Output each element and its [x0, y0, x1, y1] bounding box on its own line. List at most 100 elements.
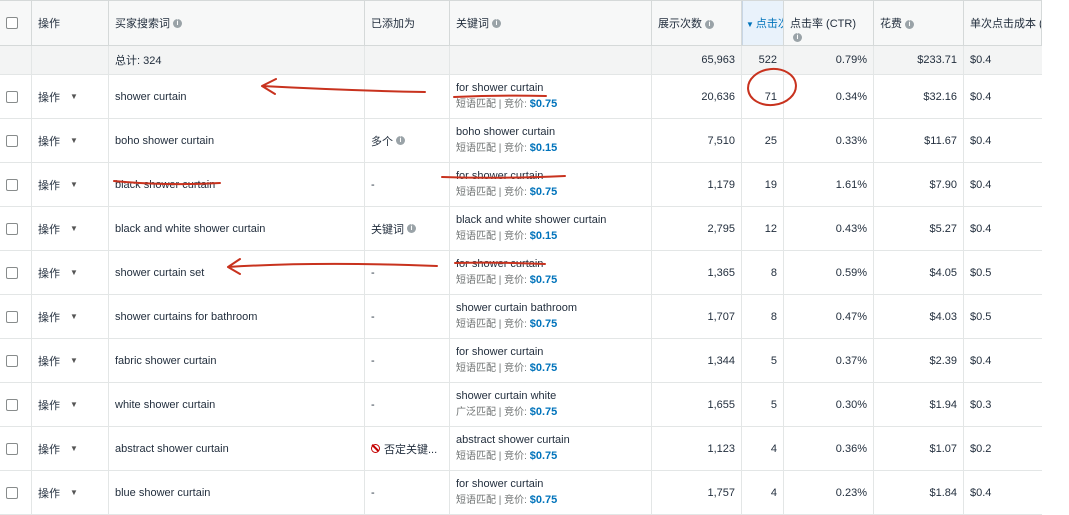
- row-checkbox[interactable]: [6, 398, 18, 411]
- info-icon[interactable]: i: [492, 18, 501, 28]
- info-icon[interactable]: i: [173, 18, 182, 28]
- ctr: 1.61%: [835, 178, 867, 191]
- row-actions-dropdown[interactable]: 操作 ▼: [38, 177, 78, 193]
- clicks: 12: [764, 222, 777, 235]
- row-actions-dropdown[interactable]: 操作 ▼: [38, 441, 78, 457]
- bid-value[interactable]: $0.75: [530, 98, 558, 110]
- match-type: 短语匹配: [456, 319, 496, 330]
- keyword-text: for shower curtain: [456, 478, 544, 490]
- header-added-as[interactable]: 已添加为: [365, 1, 450, 45]
- clicks: 5: [770, 354, 777, 367]
- bid-label: 竞价:: [504, 231, 527, 242]
- row-checkbox[interactable]: [6, 310, 18, 323]
- row-checkbox[interactable]: [6, 178, 18, 191]
- select-all-checkbox[interactable]: [6, 17, 18, 29]
- ctr: 0.43%: [835, 222, 867, 235]
- header-ctr[interactable]: 点击率 (CTR)i: [784, 1, 874, 45]
- info-icon[interactable]: i: [407, 224, 416, 233]
- cpc: $0.5: [970, 266, 992, 279]
- clicks: 8: [770, 310, 777, 323]
- ctr: 0.37%: [835, 354, 867, 367]
- clicks: 8: [770, 266, 777, 279]
- chevron-down-icon: ▼: [70, 400, 78, 409]
- bid-value[interactable]: $0.75: [530, 494, 558, 506]
- search-term: white shower curtain: [115, 398, 216, 411]
- bid-label: 竞价:: [504, 363, 527, 374]
- search-term: fabric shower curtain: [115, 354, 217, 367]
- row-actions-dropdown[interactable]: 操作 ▼: [38, 309, 78, 325]
- row-checkbox[interactable]: [6, 222, 18, 235]
- header-keyword[interactable]: 关键词 i: [450, 1, 652, 45]
- bid-label: 竞价:: [504, 451, 527, 462]
- table-row: 操作 ▼ white shower curtain - shower curtai…: [0, 383, 1042, 427]
- search-term: shower curtain set: [115, 266, 205, 279]
- search-term: black shower curtain: [115, 178, 216, 191]
- bid-value[interactable]: $0.75: [530, 186, 558, 198]
- total-label: 总计: 324: [115, 55, 162, 67]
- info-icon[interactable]: i: [705, 19, 714, 29]
- added-as-value: -: [371, 486, 375, 499]
- row-checkbox[interactable]: [6, 354, 18, 367]
- table-row: 操作 ▼ black and white shower curtain 关键词 i …: [0, 207, 1042, 251]
- cost: $2.39: [929, 354, 957, 367]
- added-as-value: -: [371, 398, 375, 411]
- bid-value[interactable]: $0.75: [530, 318, 558, 330]
- ctr: 0.30%: [835, 398, 867, 411]
- cost: $1.94: [929, 398, 957, 411]
- match-type: 短语匹配: [456, 231, 496, 242]
- match-type: 短语匹配: [456, 451, 496, 462]
- bid-value[interactable]: $0.75: [530, 450, 558, 462]
- info-icon[interactable]: i: [793, 32, 802, 42]
- ctr: 0.33%: [835, 134, 867, 147]
- chevron-down-icon: ▼: [70, 180, 78, 189]
- row-actions-dropdown[interactable]: 操作 ▼: [38, 353, 78, 369]
- header-cost[interactable]: 花费 i: [874, 1, 964, 45]
- row-actions-dropdown[interactable]: 操作 ▼: [38, 265, 78, 281]
- info-icon[interactable]: i: [905, 19, 914, 29]
- bid-value[interactable]: $0.15: [530, 142, 558, 154]
- row-checkbox[interactable]: [6, 134, 18, 147]
- search-term: abstract shower curtain: [115, 442, 229, 455]
- impressions: 20,636: [701, 90, 735, 103]
- chevron-down-icon: ▼: [70, 92, 78, 101]
- bid-value[interactable]: $0.75: [530, 274, 558, 286]
- bid-value[interactable]: $0.75: [530, 362, 558, 374]
- cost: $11.67: [924, 134, 957, 147]
- row-actions-dropdown[interactable]: 操作 ▼: [38, 221, 78, 237]
- impressions: 1,344: [707, 354, 735, 367]
- cpc: $0.5: [970, 310, 992, 323]
- info-icon[interactable]: i: [396, 136, 405, 145]
- chevron-down-icon: ▼: [70, 268, 78, 277]
- keyword-text: abstract shower curtain: [456, 434, 570, 446]
- cpc: $0.4: [970, 486, 992, 499]
- impressions: 1,365: [707, 266, 735, 279]
- row-actions-dropdown[interactable]: 操作 ▼: [38, 485, 78, 501]
- keyword-text: for shower curtain: [456, 258, 544, 270]
- table-row: 操作 ▼ black shower curtain - for shower cu…: [0, 163, 1042, 207]
- cost: $4.05: [929, 266, 957, 279]
- total-row: 总计: 324 65,963 522 0.79% $233.71 $0.4: [0, 46, 1042, 75]
- cpc: $0.4: [970, 178, 992, 191]
- row-actions-dropdown[interactable]: 操作 ▼: [38, 397, 78, 413]
- table-body: 操作 ▼ shower curtain for shower curtain 短语匹…: [0, 75, 1042, 515]
- table-row: 操作 ▼ shower curtains for bathroom - showe…: [0, 295, 1042, 339]
- scroll-gutter: [1042, 0, 1069, 494]
- cpc: $0.4: [970, 222, 992, 235]
- bid-value[interactable]: $0.75: [530, 406, 558, 418]
- ctr: 0.23%: [835, 486, 867, 499]
- row-checkbox[interactable]: [6, 442, 18, 455]
- header-impressions[interactable]: 展示次数 i: [652, 1, 742, 45]
- impressions: 1,179: [707, 178, 735, 191]
- row-checkbox[interactable]: [6, 266, 18, 279]
- clicks: 19: [764, 178, 777, 191]
- search-term: boho shower curtain: [115, 134, 215, 147]
- row-checkbox[interactable]: [6, 90, 18, 103]
- clicks: 5: [770, 398, 777, 411]
- row-actions-dropdown[interactable]: 操作 ▼: [38, 89, 78, 105]
- header-cpc[interactable]: 单次点击成本 (C: [964, 1, 1042, 45]
- row-actions-dropdown[interactable]: 操作 ▼: [38, 133, 78, 149]
- row-checkbox[interactable]: [6, 486, 18, 499]
- bid-value[interactable]: $0.15: [530, 230, 558, 242]
- header-search-term[interactable]: 买家搜索词 i: [109, 1, 365, 45]
- header-clicks[interactable]: ▼点击次: [742, 1, 784, 45]
